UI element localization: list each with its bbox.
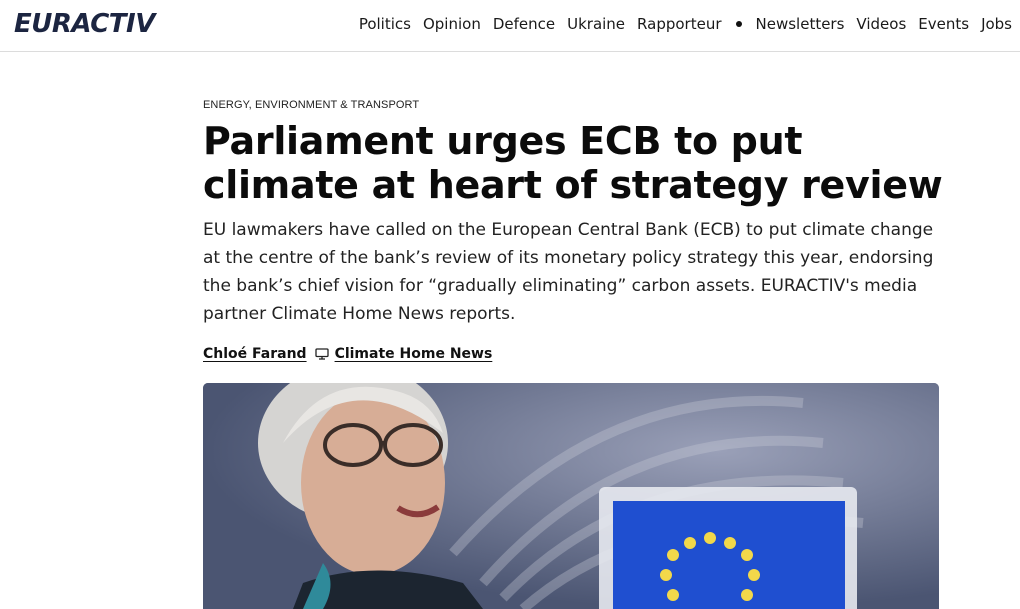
nav-newsletters[interactable]: Newsletters	[756, 15, 845, 33]
article-lead: EU lawmakers have called on the European…	[203, 220, 934, 324]
nav-politics[interactable]: Politics	[359, 15, 411, 33]
euractiv-logo[interactable]: EURACTIV	[14, 9, 155, 39]
article-hero-image	[203, 383, 939, 609]
nav-opinion[interactable]: Opinion	[423, 15, 481, 33]
nav-separator-dot	[735, 21, 742, 27]
nav-rapporteur[interactable]: Rapporteur	[637, 15, 721, 33]
site-header: EURACTIV Politics Opinion Defence Ukrain…	[0, 0, 1020, 52]
nav-videos[interactable]: Videos	[856, 15, 906, 33]
byline: Chloé Farand Climate Home News	[203, 346, 492, 362]
nav-defence[interactable]: Defence	[493, 15, 555, 33]
author-link[interactable]: Chloé Farand	[203, 346, 307, 362]
article-title: Parliament urges ECB to put climate at h…	[203, 119, 943, 207]
nav-ukraine[interactable]: Ukraine	[567, 15, 625, 33]
nav-events[interactable]: Events	[918, 15, 969, 33]
article-category[interactable]: ENERGY, ENVIRONMENT & TRANSPORT	[203, 99, 419, 111]
nav-jobs[interactable]: Jobs	[981, 15, 1012, 33]
source-link[interactable]: Climate Home News	[335, 346, 493, 362]
monitor-icon	[314, 348, 329, 360]
main-nav: Politics Opinion Defence Ukraine Rapport…	[359, 15, 1012, 33]
